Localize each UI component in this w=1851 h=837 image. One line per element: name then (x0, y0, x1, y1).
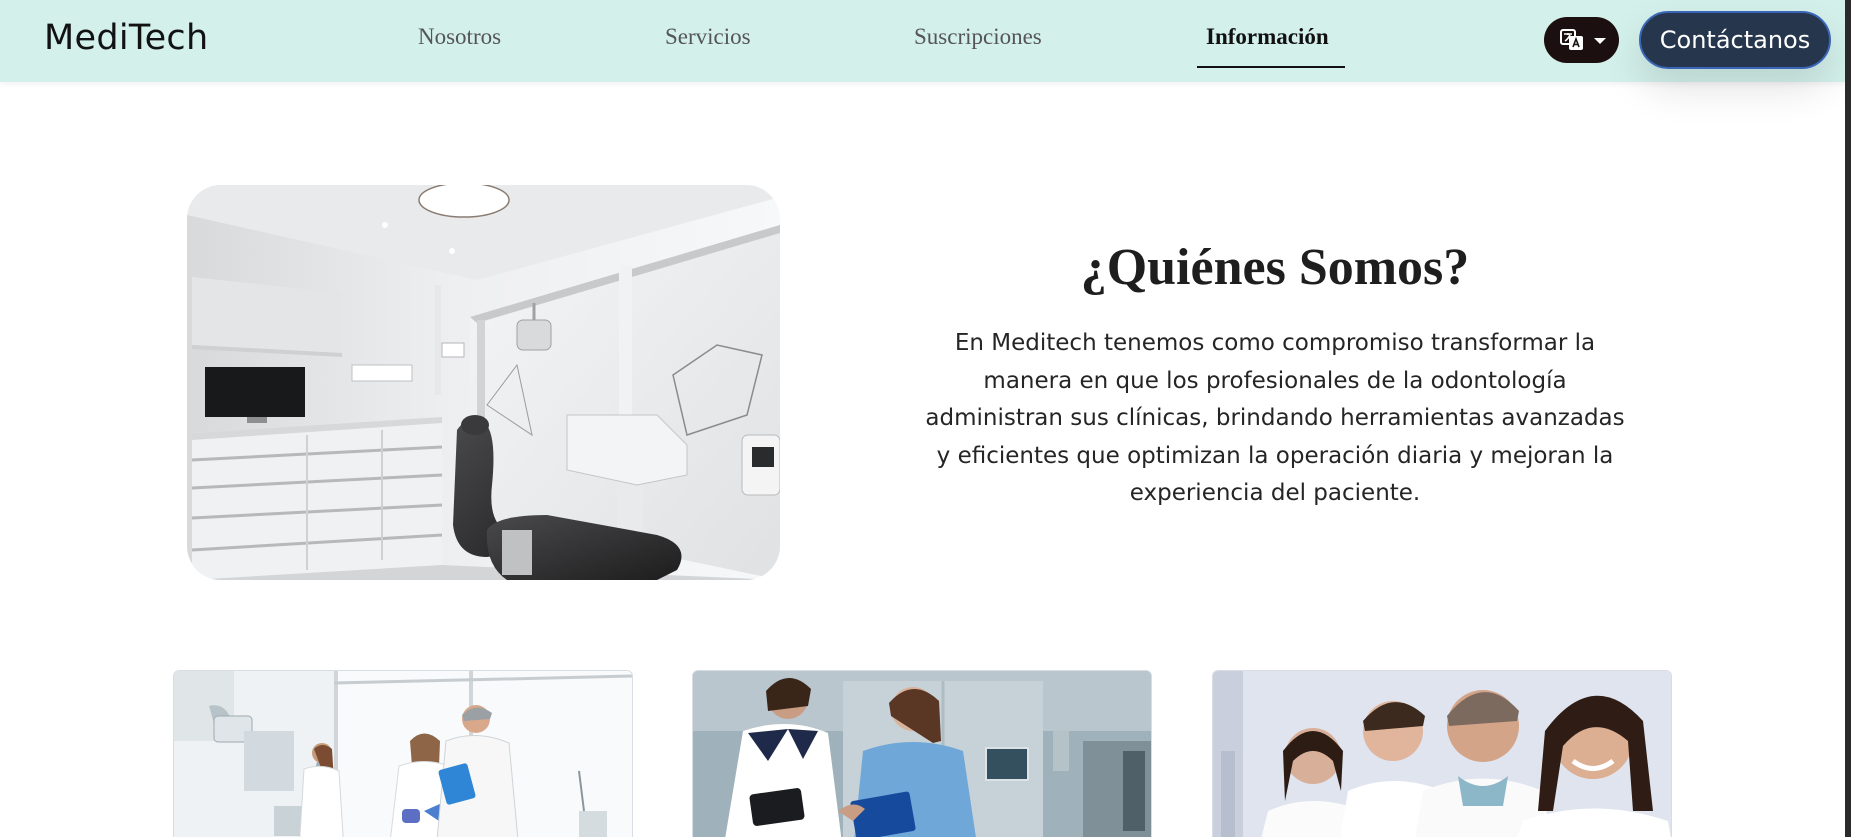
scrollbar[interactable] (1845, 0, 1851, 837)
nav-link-servicios[interactable]: Servicios (665, 24, 751, 50)
navbar: MediTech Nosotros Servicios Suscripcione… (0, 0, 1845, 82)
active-nav-indicator (1197, 66, 1345, 68)
nav-link-nosotros[interactable]: Nosotros (418, 24, 501, 50)
brand-logo[interactable]: MediTech (44, 18, 208, 58)
translate-icon (1560, 29, 1584, 51)
section-description: En Meditech tenemos como compromiso tran… (925, 330, 1625, 506)
smiling-dental-team-photo (1212, 670, 1672, 837)
dental-assistants-talking-photo (692, 670, 1152, 837)
nav-link-informacion[interactable]: Información (1206, 24, 1329, 50)
page: MediTech Nosotros Servicios Suscripcione… (0, 0, 1851, 837)
nav-link-suscripciones[interactable]: Suscripciones (914, 24, 1042, 50)
dental-office-photo (187, 185, 780, 580)
contact-button[interactable]: Contáctanos (1639, 11, 1831, 69)
section-title: ¿Quiénes Somos? (1080, 239, 1470, 296)
language-selector-button[interactable] (1544, 17, 1619, 63)
dental-team-reviewing-documents-photo (173, 670, 633, 837)
chevron-down-icon (1594, 38, 1606, 44)
